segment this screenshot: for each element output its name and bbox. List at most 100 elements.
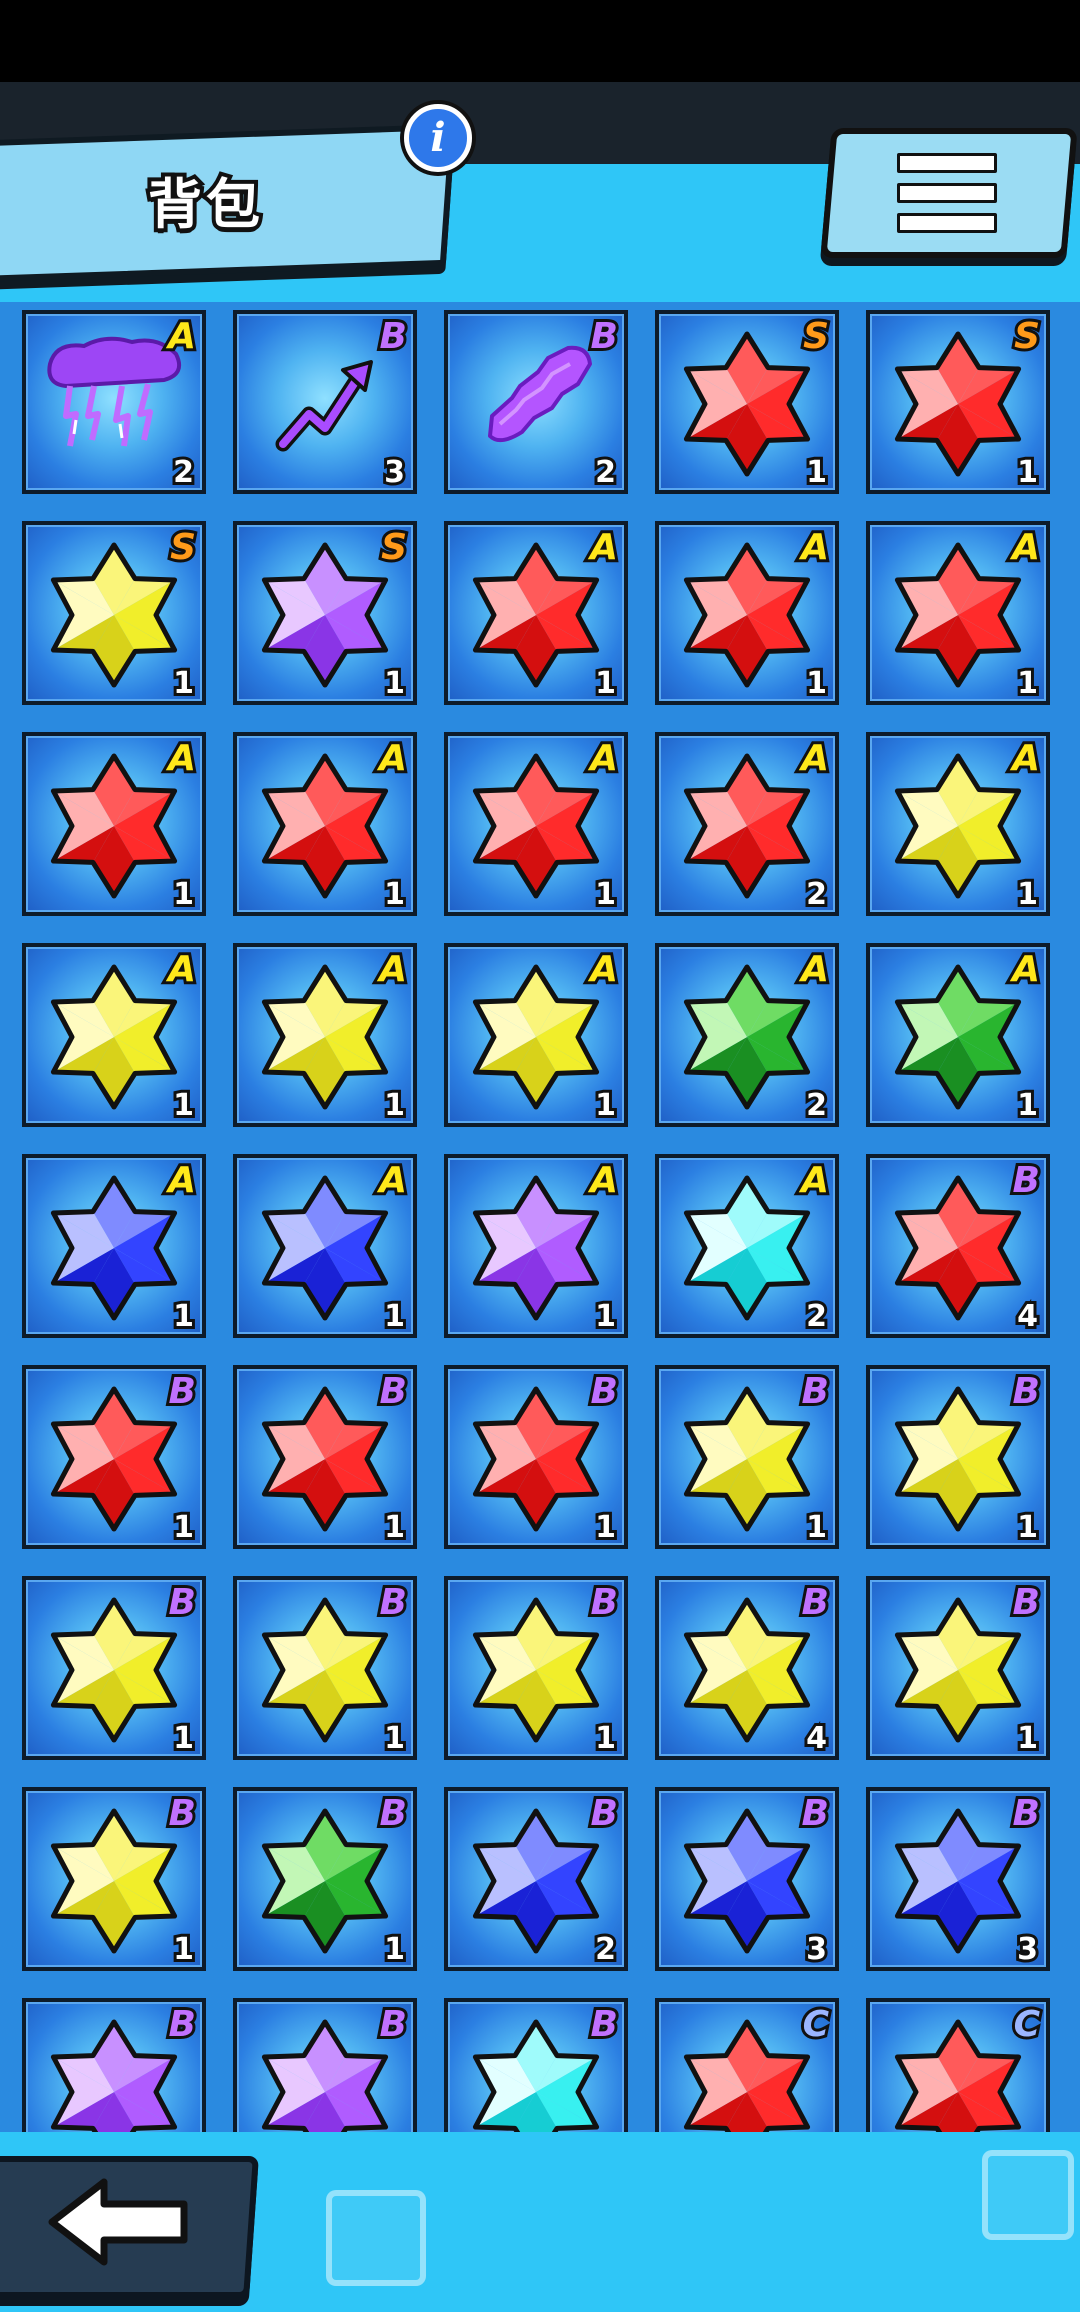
grade-badge: S	[378, 524, 410, 571]
item-count: 1	[592, 663, 619, 704]
inventory-slot[interactable]: A2	[655, 943, 839, 1127]
inventory-slot[interactable]: A1	[444, 1154, 628, 1338]
grade-badge: B	[376, 1790, 410, 1837]
item-count: 1	[592, 1296, 619, 1337]
grade-badge: B	[376, 1368, 410, 1415]
item-count: 1	[170, 1507, 197, 1548]
grade-badge: A	[165, 1157, 199, 1204]
inventory-slot[interactable]: A1	[444, 521, 628, 705]
inventory-slot[interactable]: B2	[444, 1787, 628, 1971]
grade-badge: B	[587, 1579, 621, 1626]
grade-badge: B	[165, 1368, 199, 1415]
inventory-slot[interactable]: A1	[22, 732, 206, 916]
item-count: 1	[1014, 1085, 1041, 1126]
inventory-slot[interactable]: B3	[233, 310, 417, 494]
grade-badge: B	[376, 1579, 410, 1626]
inventory-slot[interactable]: B1	[22, 1576, 206, 1760]
inventory-slot[interactable]: A1	[233, 943, 417, 1127]
grade-badge: A	[587, 735, 621, 782]
inventory-slot[interactable]: A1	[233, 1154, 417, 1338]
grade-badge: B	[798, 1368, 832, 1415]
grade-badge: B	[587, 1790, 621, 1837]
inventory-slot[interactable]: A1	[866, 732, 1050, 916]
grade-badge: A	[1009, 735, 1043, 782]
inventory-slot[interactable]: A1	[233, 732, 417, 916]
item-count: 1	[381, 874, 408, 915]
inventory-slot[interactable]: B1	[866, 1576, 1050, 1760]
grade-badge: S	[800, 313, 832, 360]
page-title: 背包	[144, 169, 264, 240]
item-count: 1	[170, 663, 197, 704]
item-count: 1	[170, 1296, 197, 1337]
inventory-slot[interactable]: S1	[655, 310, 839, 494]
grade-badge: B	[1009, 1157, 1043, 1204]
inventory-panel[interactable]: A2 B3 B2 S1 S1 S1 S1 A1 A1 A1 A1 A1 A1 A…	[0, 302, 1080, 2132]
item-count: 1	[170, 874, 197, 915]
grade-badge: A	[376, 946, 410, 993]
inventory-slot[interactable]: B1	[655, 1365, 839, 1549]
item-count: 3	[803, 1929, 830, 1970]
grade-badge: A	[798, 735, 832, 782]
item-count: 2	[170, 452, 197, 493]
item-count: 2	[592, 452, 619, 493]
inventory-slot[interactable]: C	[866, 1998, 1050, 2132]
inventory-slot[interactable]: A2	[655, 732, 839, 916]
inventory-slot[interactable]: B2	[444, 310, 628, 494]
item-count: 1	[592, 1507, 619, 1548]
grade-badge: B	[587, 313, 621, 360]
grade-badge: A	[165, 946, 199, 993]
inventory-slot[interactable]: B3	[655, 1787, 839, 1971]
inventory-slot[interactable]: B	[22, 1998, 206, 2132]
grade-badge: A	[587, 524, 621, 571]
inventory-slot[interactable]: A2	[655, 1154, 839, 1338]
inventory-slot[interactable]: B1	[444, 1365, 628, 1549]
inventory-slot[interactable]: A2	[22, 310, 206, 494]
inventory-slot[interactable]: A1	[444, 943, 628, 1127]
inventory-slot[interactable]: B3	[866, 1787, 1050, 1971]
item-count: 1	[381, 1507, 408, 1548]
item-count: 2	[803, 1085, 830, 1126]
grade-badge: B	[376, 313, 410, 360]
inventory-slot[interactable]: A1	[866, 943, 1050, 1127]
grade-badge: B	[587, 2001, 621, 2048]
decor-box-icon	[982, 2150, 1074, 2240]
info-button[interactable]: i	[404, 104, 472, 172]
grade-badge: A	[798, 946, 832, 993]
inventory-slot[interactable]: B1	[22, 1365, 206, 1549]
inventory-slot[interactable]: C	[655, 1998, 839, 2132]
inventory-slot[interactable]: B1	[444, 1576, 628, 1760]
inventory-slot[interactable]: B1	[233, 1576, 417, 1760]
grade-badge: B	[1009, 1579, 1043, 1626]
inventory-slot[interactable]: B1	[866, 1365, 1050, 1549]
inventory-slot[interactable]: S1	[233, 521, 417, 705]
grade-badge: B	[798, 1790, 832, 1837]
inventory-slot[interactable]: B	[444, 1998, 628, 2132]
inventory-slot[interactable]: B1	[22, 1787, 206, 1971]
grade-badge: S	[1011, 313, 1043, 360]
grade-badge: A	[1009, 946, 1043, 993]
item-count: 1	[1014, 1507, 1041, 1548]
grade-badge: B	[165, 2001, 199, 2048]
inventory-slot[interactable]: B1	[233, 1365, 417, 1549]
grade-badge: A	[587, 1157, 621, 1204]
item-count: 1	[170, 1085, 197, 1126]
item-count: 4	[803, 1718, 830, 1759]
inventory-slot[interactable]: A1	[22, 943, 206, 1127]
inventory-grid: A2 B3 B2 S1 S1 S1 S1 A1 A1 A1 A1 A1 A1 A…	[22, 310, 1050, 2132]
inventory-slot[interactable]: B4	[655, 1576, 839, 1760]
item-count: 1	[803, 663, 830, 704]
inventory-slot[interactable]: B1	[233, 1787, 417, 1971]
inventory-slot[interactable]: B4	[866, 1154, 1050, 1338]
grade-badge: B	[165, 1579, 199, 1626]
inventory-slot[interactable]: S1	[22, 521, 206, 705]
inventory-slot[interactable]: A1	[22, 1154, 206, 1338]
status-bar	[0, 0, 1080, 82]
inventory-slot[interactable]: A1	[655, 521, 839, 705]
grade-badge: B	[1009, 1368, 1043, 1415]
item-count: 2	[592, 1929, 619, 1970]
inventory-slot[interactable]: B	[233, 1998, 417, 2132]
inventory-slot[interactable]: S1	[866, 310, 1050, 494]
item-count: 1	[1014, 874, 1041, 915]
inventory-slot[interactable]: A1	[444, 732, 628, 916]
inventory-slot[interactable]: A1	[866, 521, 1050, 705]
